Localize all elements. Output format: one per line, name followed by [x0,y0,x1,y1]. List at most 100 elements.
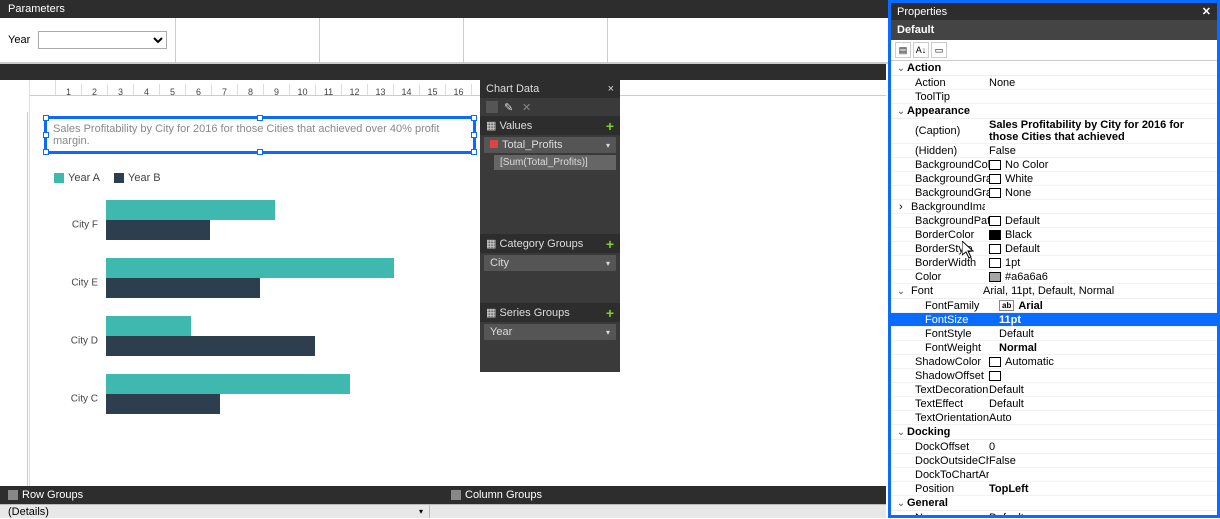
add-series-icon[interactable]: + [606,308,614,318]
details-dropdown[interactable]: (Details)▾ [0,505,430,518]
add-value-icon[interactable]: + [606,121,614,131]
property-row[interactable]: BorderStyleDefault [891,242,1217,256]
values-item[interactable]: Total_Profits▾ [484,137,616,153]
bar-year-a[interactable] [106,374,350,394]
bar-year-b[interactable] [106,220,210,240]
property-row[interactable]: ActionNone [891,76,1217,90]
bar-year-a[interactable] [106,258,394,278]
strip-top [0,64,886,80]
properties-object-name: Default [891,20,1217,40]
property-row[interactable]: ShadowColorAutomatic [891,355,1217,369]
property-category[interactable]: ⌄General [891,496,1217,511]
param-year-label: Year [8,34,30,46]
categorized-icon[interactable]: ▤ [895,42,911,58]
ruler-left-strip [0,80,30,486]
param-cell-3[interactable] [320,18,464,63]
property-row[interactable]: ShadowOffset [891,369,1217,383]
selection-handle[interactable] [471,132,477,138]
series-item[interactable]: Year▾ [484,324,616,340]
y-axis-label: City D [54,336,98,347]
properties-grid[interactable]: ⌄ActionActionNoneToolTip⌄Appearance(Capt… [891,61,1217,515]
close-icon[interactable]: × [608,83,614,95]
property-pages-icon[interactable]: ▭ [931,42,947,58]
property-row[interactable]: (Hidden)False [891,144,1217,158]
param-year-select[interactable] [38,31,167,49]
ruler-horizontal: 12345678910111213141516 [30,80,886,96]
expand-toggle-icon[interactable]: ⌄ [895,63,907,74]
property-row[interactable]: ToolTip [891,90,1217,104]
bar-year-b[interactable] [106,278,260,298]
y-axis-label: City C [54,394,98,405]
selection-handle[interactable] [471,149,477,155]
alphabetical-icon[interactable]: A↓ [913,42,929,58]
expand-toggle-icon[interactable]: ⌄ [895,106,907,117]
chart-data-header[interactable]: Chart Data × [480,80,620,98]
column-groups-header[interactable]: Column Groups [443,486,886,504]
property-row[interactable]: DockOutsideChartFalse [891,454,1217,468]
chart-data-toolbar: ✎ ✕ [480,98,620,116]
property-row[interactable]: BackgroundColorNo Color [891,158,1217,172]
bar-chart-icon[interactable] [486,101,498,113]
property-row[interactable]: DockOffset0 [891,440,1217,454]
property-row[interactable]: TextDecorationDefault [891,383,1217,397]
property-row[interactable]: FontStyleDefault [891,327,1217,341]
chart-area[interactable]: City F City E City D City C [54,196,474,476]
report-canvas[interactable]: Sales Profitability by City for 2016 for… [30,96,886,486]
selection-handle[interactable] [471,115,477,121]
category-item[interactable]: City▾ [484,255,616,271]
property-row[interactable]: BackgroundGradieNone [891,186,1217,200]
selection-handle[interactable] [257,149,263,155]
bar-year-a[interactable] [106,316,191,336]
series-section-header: ▦ Series Groups + [480,303,620,322]
properties-panel: Properties ✕ Default ▤ A↓ ▭ ⌄ActionActio… [888,0,1220,518]
property-row[interactable]: TextOrientationAuto [891,411,1217,425]
param-cell-year: Year [0,18,176,63]
values-subitem[interactable]: [Sum(Total_Profits)] [494,155,616,170]
bar-year-a[interactable] [106,200,275,220]
property-subcategory[interactable]: ⌄FontArial, 11pt, Default, Normal [891,284,1217,299]
properties-title: Properties [897,6,947,18]
delete-icon[interactable]: ✕ [522,101,534,113]
property-row[interactable]: FontWeightNormal [891,341,1217,355]
chart-legend: Year A Year B [54,172,161,184]
chart-title-box[interactable]: Sales Profitability by City for 2016 for… [44,116,476,154]
param-cell-2[interactable] [176,18,320,63]
legend-item-a: Year A [54,172,100,184]
design-surface: 12345678910111213141516 Sales Profitabil… [0,64,886,486]
chart-data-panel[interactable]: Chart Data × ✎ ✕ ▦ Values + Total_Profit… [480,80,620,372]
property-row[interactable]: Color#a6a6a6 [891,270,1217,284]
selection-handle[interactable] [43,115,49,121]
property-row[interactable]: PositionTopLeft [891,482,1217,496]
property-row[interactable]: (Caption)Sales Profitability by City for… [891,119,1217,144]
property-row[interactable]: NameDefault [891,511,1217,515]
chart-title-text: Sales Profitability by City for 2016 for… [53,123,439,147]
property-row[interactable]: BorderColorBlack [891,228,1217,242]
bar-year-b[interactable] [106,336,315,356]
add-category-icon[interactable]: + [606,239,614,249]
property-category[interactable]: ⌄Docking [891,425,1217,440]
property-row[interactable]: TextEffectDefault [891,397,1217,411]
y-axis-label: City F [54,220,98,231]
expand-toggle-icon[interactable]: ⌄ [895,498,907,509]
property-row[interactable]: ›BackgroundImage [891,200,1217,214]
chart-data-title: Chart Data [486,83,539,95]
property-category[interactable]: ⌄Action [891,61,1217,76]
bar-year-b[interactable] [106,394,220,414]
property-row[interactable]: BackgroundPatterDefault [891,214,1217,228]
y-axis-label: City E [54,278,98,289]
property-row[interactable]: DockToChartArea [891,468,1217,482]
property-row[interactable]: BorderWidth1pt [891,256,1217,270]
selection-handle[interactable] [43,132,49,138]
param-cell-4[interactable] [464,18,608,63]
property-row[interactable]: FontSize11pt [891,313,1217,327]
property-row[interactable]: BackgroundGradieWhite [891,172,1217,186]
close-icon[interactable]: ✕ [1202,5,1211,18]
property-category[interactable]: ⌄Appearance [891,104,1217,119]
legend-item-b: Year B [114,172,161,184]
row-groups-header[interactable]: Row Groups [0,486,443,504]
expand-toggle-icon[interactable]: ⌄ [895,427,907,438]
edit-icon[interactable]: ✎ [504,101,516,113]
selection-handle[interactable] [257,115,263,121]
selection-handle[interactable] [43,149,49,155]
property-row[interactable]: FontFamilyabArial [891,299,1217,313]
